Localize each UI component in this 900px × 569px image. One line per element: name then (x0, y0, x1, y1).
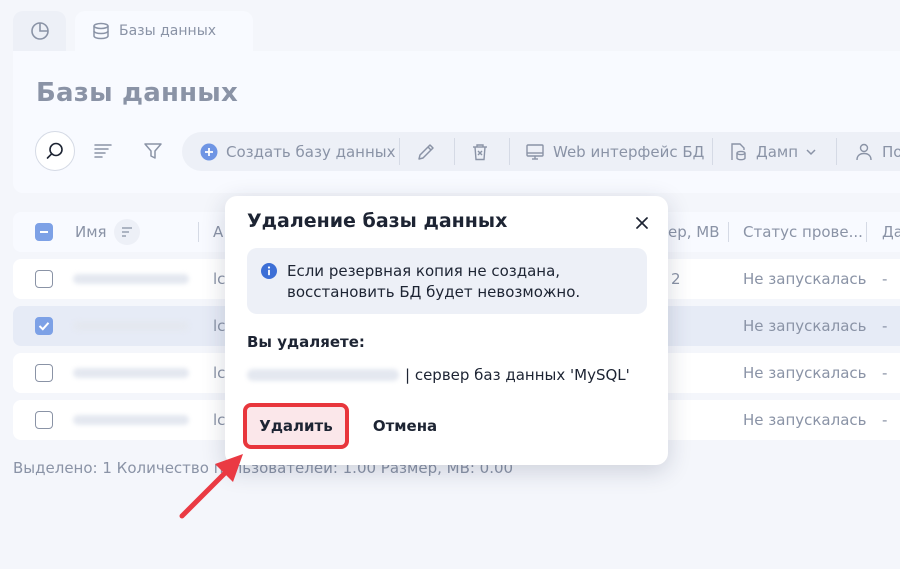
toolbar-separator (712, 138, 713, 165)
annotation-arrow (179, 454, 243, 519)
delete-database-dialog: Удаление базы данных Если резервная копи… (225, 196, 668, 465)
column-header-2[interactable]: А (213, 212, 223, 252)
cancel-button[interactable]: Отмена (359, 403, 451, 449)
column-header-name[interactable]: Имя (75, 212, 107, 252)
create-database-button[interactable]: Создать базу данных (200, 132, 396, 171)
close-button[interactable] (633, 214, 651, 232)
deleting-label: Вы удаляете: (247, 333, 365, 351)
sort-name-button[interactable] (114, 219, 140, 245)
column-separator (866, 222, 867, 242)
row-date: - (882, 317, 888, 335)
users-button[interactable]: По (854, 132, 900, 171)
sort-lines-icon (94, 144, 112, 158)
row-date: - (882, 411, 888, 429)
row-date: - (882, 270, 888, 288)
row-checkbox[interactable] (35, 411, 53, 429)
database-icon (93, 22, 109, 40)
db-name-blurred (73, 274, 189, 284)
toolbar-separator (509, 138, 510, 165)
row-cell: lc (213, 364, 226, 382)
toolbar-separator (454, 138, 455, 165)
toolbar-separator (836, 138, 837, 165)
dump-label: Дамп (756, 142, 799, 161)
users-label: По (882, 142, 900, 161)
row-cell: lc (213, 411, 226, 429)
row-cell: lc (213, 317, 226, 335)
dump-dropdown[interactable]: Дамп (728, 132, 817, 171)
deleting-target: | сервер баз данных 'MySQL' (247, 366, 630, 384)
web-interface-button[interactable]: Web интерфейс БД (525, 132, 704, 171)
create-database-label: Создать базу данных (226, 142, 396, 161)
database-file-icon (731, 142, 746, 160)
close-icon (636, 217, 648, 229)
dialog-title: Удаление базы данных (247, 210, 508, 232)
search-icon (46, 142, 63, 159)
row-status: Не запускалась (743, 411, 867, 429)
delete-button[interactable] (471, 132, 489, 171)
minus-icon (40, 231, 48, 233)
chevron-down-icon (806, 148, 816, 155)
alert-text: Если резервная копия не создана, восстан… (287, 262, 581, 301)
tab-databases-label: Базы данных (119, 23, 217, 39)
main-panel (13, 51, 900, 193)
row-size: 2 (671, 270, 681, 288)
row-checkbox[interactable] (35, 364, 53, 382)
column-header-status[interactable]: Статус прове... (743, 212, 863, 252)
row-checkbox[interactable] (35, 270, 53, 288)
column-separator (198, 222, 199, 242)
plus-circle-icon (200, 143, 218, 160)
db-name-blurred (73, 368, 189, 378)
db-name-blurred (73, 321, 189, 331)
sort-button[interactable] (93, 141, 113, 161)
confirm-delete-button[interactable]: Удалить (243, 403, 349, 449)
pie-chart-icon (30, 22, 49, 40)
checkmark-icon (38, 322, 50, 331)
server-text: | сервер баз данных 'MySQL' (405, 366, 630, 384)
row-status: Не запускалась (743, 270, 867, 288)
column-header-size[interactable]: ер, MB (668, 212, 720, 252)
column-separator (728, 222, 729, 242)
user-icon (856, 143, 872, 160)
sort-lines-icon (122, 227, 132, 237)
filter-icon (144, 143, 162, 159)
web-interface-label: Web интерфейс БД (553, 142, 705, 161)
tab-databases[interactable]: Базы данных (75, 11, 253, 51)
row-status: Не запускалась (743, 364, 867, 382)
search-button[interactable] (35, 131, 75, 171)
toolbar-separator (399, 138, 400, 165)
column-header-date[interactable]: Да (882, 212, 900, 252)
toolbar-group: Создать базу данных Web интерфейс БД Дам… (182, 132, 900, 171)
info-icon (261, 263, 277, 279)
warning-alert: Если резервная копия не создана, восстан… (247, 248, 647, 314)
db-name-blurred (73, 415, 189, 425)
pencil-icon (418, 143, 434, 160)
row-status: Не запускалась (743, 317, 867, 335)
monitor-icon (526, 143, 544, 160)
page-title: Базы данных (36, 78, 238, 108)
db-name-blurred (247, 369, 399, 381)
row-cell: lc (213, 270, 226, 288)
tab-dashboard[interactable] (13, 11, 66, 51)
filter-button[interactable] (143, 141, 163, 161)
row-checkbox[interactable] (35, 317, 53, 335)
trash-icon (473, 143, 487, 160)
edit-button[interactable] (416, 132, 436, 171)
select-all-checkbox[interactable] (35, 223, 53, 241)
row-date: - (882, 364, 888, 382)
